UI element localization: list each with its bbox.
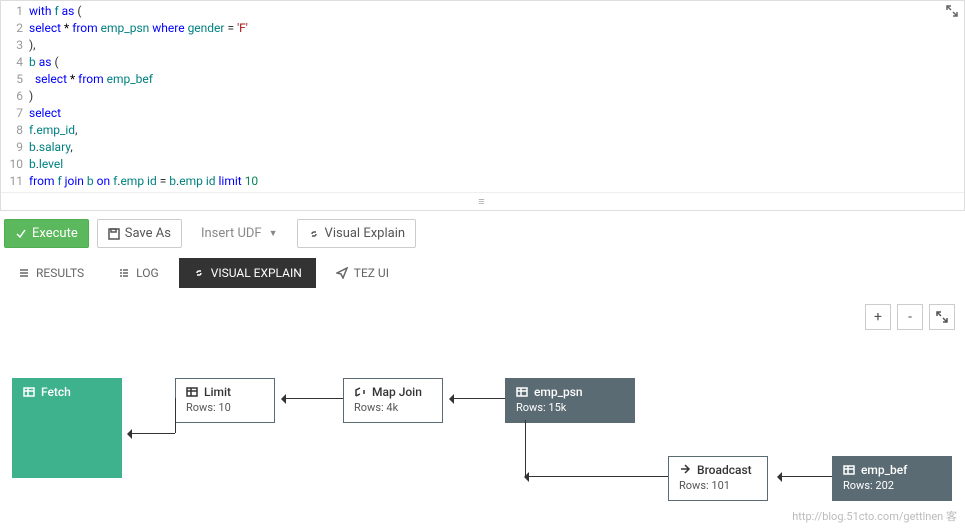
tab-log[interactable]: LOG [104,258,173,288]
execute-button[interactable]: Execute [4,219,89,248]
edge-limit-fetch [128,433,175,434]
node-emp-psn[interactable]: emp_psn Rows: 15k [505,378,635,423]
zoom-out-button[interactable]: - [897,304,923,330]
node-mapjoin[interactable]: Map Join Rows: 4k [343,378,443,423]
check-icon [15,228,27,240]
tab-results[interactable]: RESULTS [4,258,98,288]
edge-emppsn-mapjoin [450,398,505,399]
visual-explain-button[interactable]: Visual Explain [297,219,416,248]
chevron-down-icon: ▼ [269,228,278,239]
editor-resize-handle[interactable]: ≡ [1,192,964,210]
table-icon [186,386,198,398]
node-fetch[interactable]: Fetch [12,378,122,478]
code-area[interactable]: with f as ( select * from emp_psn where … [29,3,964,190]
tab-visual-explain[interactable]: VISUAL EXPLAIN [179,258,316,288]
expand-editor-icon[interactable] [946,5,958,21]
link-icon [193,267,205,279]
edge-broadcast-mapjoin [525,476,668,477]
action-toolbar: Execute Save As Insert UDF ▼ Visual Expl… [0,211,965,256]
visual-explain-label: Visual Explain [325,226,405,241]
table-icon [23,386,35,398]
tab-tez-ui[interactable]: TEZ UI [322,258,403,288]
edge-mapjoin-limit [282,398,343,399]
send-icon [336,267,348,279]
zoom-controls: + - [865,304,955,330]
node-broadcast[interactable]: Broadcast Rows: 101 [668,456,768,501]
watermark-text: http://blog.51cto.com/gettlnen 客 [792,508,957,524]
zoom-in-button[interactable]: + [865,304,891,330]
table-icon [843,464,855,476]
branch-icon [354,386,366,398]
expand-icon [936,311,948,323]
link-icon [308,228,320,240]
insert-udf-button[interactable]: Insert UDF ▼ [190,219,289,248]
insert-udf-label: Insert UDF [201,226,262,241]
node-emp-bef[interactable]: emp_bef Rows: 202 [832,456,952,501]
save-as-button[interactable]: Save As [97,219,182,248]
log-icon [118,267,130,279]
zoom-fit-button[interactable] [929,304,955,330]
save-as-label: Save As [125,226,171,241]
broadcast-icon [679,464,691,476]
sql-editor[interactable]: 1234567891011 with f as ( select * from … [0,0,965,211]
node-limit[interactable]: Limit Rows: 10 [175,378,275,423]
execute-label: Execute [32,226,78,241]
result-tabs: RESULTS LOG VISUAL EXPLAIN TEZ UI [0,256,965,298]
table-icon [516,386,528,398]
list-icon [18,267,30,279]
edge-empbef-broadcast [778,476,832,477]
explain-canvas[interactable]: + - Fetch Limit Rows: 10 Map Join Rows: … [0,298,965,528]
save-icon [108,228,120,240]
line-gutter: 1234567891011 [1,3,29,190]
